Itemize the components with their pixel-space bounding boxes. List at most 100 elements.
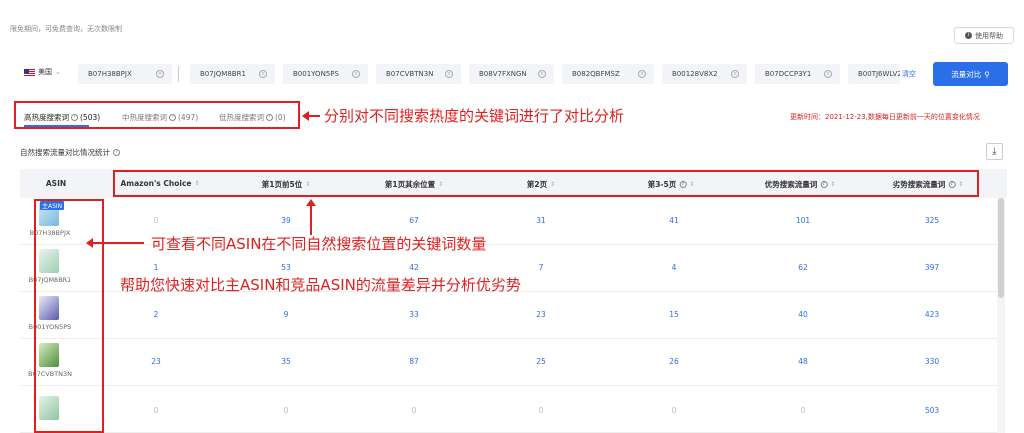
help-icon[interactable]: ? — [71, 114, 78, 121]
cell-value[interactable]: 101 — [796, 216, 810, 225]
table-row: B001YON5PS 2 9 33 23 15 40 423 — [20, 292, 998, 339]
chevron-down-icon: ⌄ — [55, 68, 61, 76]
table-row: 0 0 0 0 0 0 503 — [20, 386, 998, 433]
cell-value[interactable]: 42 — [409, 263, 419, 272]
clear-link[interactable]: 清空 — [902, 69, 916, 79]
country-label: 美国 — [38, 68, 52, 76]
cell-value[interactable]: 67 — [409, 216, 419, 225]
search-icon: ⚲ — [984, 69, 990, 79]
compare-asin-value: B00128V8X2 — [672, 70, 718, 78]
cell-value[interactable]: 39 — [281, 216, 291, 225]
compare-asin-chip[interactable]: B08V7FXNGN × — [469, 64, 554, 84]
col-asin: ASIN — [46, 179, 66, 188]
compare-asin-chip[interactable]: B082QBFMSZ × — [562, 64, 654, 84]
cell-value[interactable]: 23 — [536, 310, 546, 319]
remove-icon[interactable]: × — [824, 70, 832, 78]
remove-icon[interactable]: × — [156, 70, 164, 78]
cell-value[interactable]: 87 — [409, 357, 419, 366]
country-select[interactable]: 美国 ⌄ — [24, 67, 61, 77]
cell-value[interactable]: 41 — [669, 216, 679, 225]
cell-value[interactable]: 2 — [154, 310, 159, 319]
remove-icon[interactable]: × — [259, 70, 267, 78]
page: 限免期间，可免费查询，无次数限制 i 使用帮助 美国 ⌄ B07H38BPJX … — [0, 0, 1024, 433]
help-icon[interactable]: ? — [169, 114, 176, 121]
annotation-arrow — [86, 238, 144, 248]
cell-value[interactable]: 503 — [925, 406, 939, 415]
cell-value[interactable]: 0 — [672, 406, 677, 415]
cell-value[interactable]: 4 — [672, 263, 677, 272]
compare-asin-chip[interactable]: B07JQM8BR1 × — [190, 64, 275, 84]
cell-value[interactable]: 9 — [284, 310, 289, 319]
cell-value[interactable]: 31 — [536, 216, 546, 225]
compare-asin-chip[interactable]: B07DCCP3Y1 × — [755, 64, 840, 84]
annotation-positions: 可查看不同ASIN在不同自然搜索位置的关键词数量 — [151, 235, 487, 253]
tab-label: 低热度搜索词 — [219, 113, 264, 122]
help-button[interactable]: i 使用帮助 — [954, 27, 1014, 44]
cell-value[interactable]: 15 — [669, 310, 679, 319]
help-icon[interactable]: ? — [113, 149, 120, 156]
compare-button[interactable]: 流量对比 ⚲ — [933, 62, 1008, 86]
download-button[interactable]: ⤓ — [986, 143, 1003, 160]
tab-label: 中热度搜索词 — [122, 113, 167, 122]
cell-value[interactable]: 26 — [669, 357, 679, 366]
compare-asin-chip[interactable]: B07CVBTN3N × — [376, 64, 461, 84]
tab-count: (503) — [80, 113, 101, 122]
cell-value[interactable]: 23 — [151, 357, 161, 366]
tab-low-heat[interactable]: 低热度搜索词 ? (0) — [219, 112, 286, 123]
cell-value[interactable]: 33 — [409, 310, 419, 319]
section-title: 自然搜索流量对比情况统计 ? — [20, 147, 120, 158]
compare-asin-value: B00TJ6WLV2 — [858, 70, 900, 78]
remove-icon[interactable]: × — [731, 70, 739, 78]
header-highlight-box — [113, 170, 979, 197]
cell-value[interactable]: 7 — [539, 263, 544, 272]
help-button-label: 使用帮助 — [975, 31, 1003, 40]
annotation-arrow — [306, 199, 316, 235]
cell-value[interactable]: 53 — [281, 263, 291, 272]
cell-value[interactable]: 1 — [154, 263, 159, 272]
annotation-compare: 帮助您快速对比主ASIN和竞品ASIN的流量差异并分析优劣势 — [120, 276, 521, 294]
cell-value[interactable]: 35 — [281, 357, 291, 366]
main-asin-value: B07H38BPJX — [88, 70, 132, 78]
scrollbar-thumb[interactable] — [998, 198, 1004, 298]
tab-high-heat[interactable]: 高热度搜索词 ? (503) — [24, 112, 100, 123]
traffic-comparison-table: ASIN Amazon's Choice ⇕ 第1页前5位 ⇕ 第1页其余位置 ⇕ 第… — [20, 169, 1007, 433]
cell-value[interactable]: 0 — [801, 406, 806, 415]
tab-count: (0) — [275, 113, 286, 122]
cell-value[interactable]: 423 — [925, 310, 939, 319]
compare-asin-chip[interactable]: B001YON5PS × — [283, 64, 368, 84]
cell-value[interactable]: 48 — [798, 357, 808, 366]
cell-value[interactable]: 325 — [925, 216, 939, 225]
remove-icon[interactable]: × — [352, 70, 360, 78]
cell-value[interactable]: 397 — [925, 263, 939, 272]
table-scrollbar[interactable] — [997, 198, 1005, 433]
download-icon: ⤓ — [992, 146, 997, 157]
cell-value[interactable]: 62 — [798, 263, 808, 272]
cell-value[interactable]: 40 — [798, 310, 808, 319]
remove-icon[interactable]: × — [538, 70, 546, 78]
compare-asin-value: B07DCCP3Y1 — [765, 70, 812, 78]
cell-value[interactable]: 0 — [539, 406, 544, 415]
remove-icon[interactable]: × — [445, 70, 453, 78]
compare-asin-value: B001YON5PS — [293, 70, 339, 78]
help-icon[interactable]: ? — [266, 114, 273, 121]
compare-button-label: 流量对比 — [951, 69, 982, 79]
compare-asin-chip[interactable]: B00128V8X2 × — [662, 64, 747, 84]
table-row: B07CVBTN3N 23 35 87 25 26 48 330 — [20, 339, 998, 386]
col-label: ASIN — [45, 179, 67, 188]
annotation-arrow — [302, 111, 320, 121]
cell-value[interactable]: 0 — [154, 406, 159, 415]
cell-value[interactable]: 25 — [536, 357, 546, 366]
compare-asin-value: B07CVBTN3N — [386, 70, 434, 78]
compare-asin-chip[interactable]: B00TJ6WLV2 — [848, 64, 900, 84]
main-asin-chip[interactable]: B07H38BPJX × — [78, 64, 172, 84]
cell-value[interactable]: 0 — [284, 406, 289, 415]
remove-icon[interactable]: × — [638, 70, 646, 78]
asin-column-highlight-box — [34, 199, 104, 433]
active-tab-indicator — [24, 125, 89, 127]
cell-value[interactable]: 0 — [154, 216, 159, 225]
us-flag-icon — [24, 68, 35, 76]
tab-medium-heat[interactable]: 中热度搜索词 ? (497) — [122, 112, 198, 123]
cell-value[interactable]: 330 — [925, 357, 939, 366]
cell-value[interactable]: 0 — [412, 406, 417, 415]
heat-tabs: 高热度搜索词 ? (503) 中热度搜索词 ? (497) 低热度搜索词 ? (… — [14, 101, 300, 129]
